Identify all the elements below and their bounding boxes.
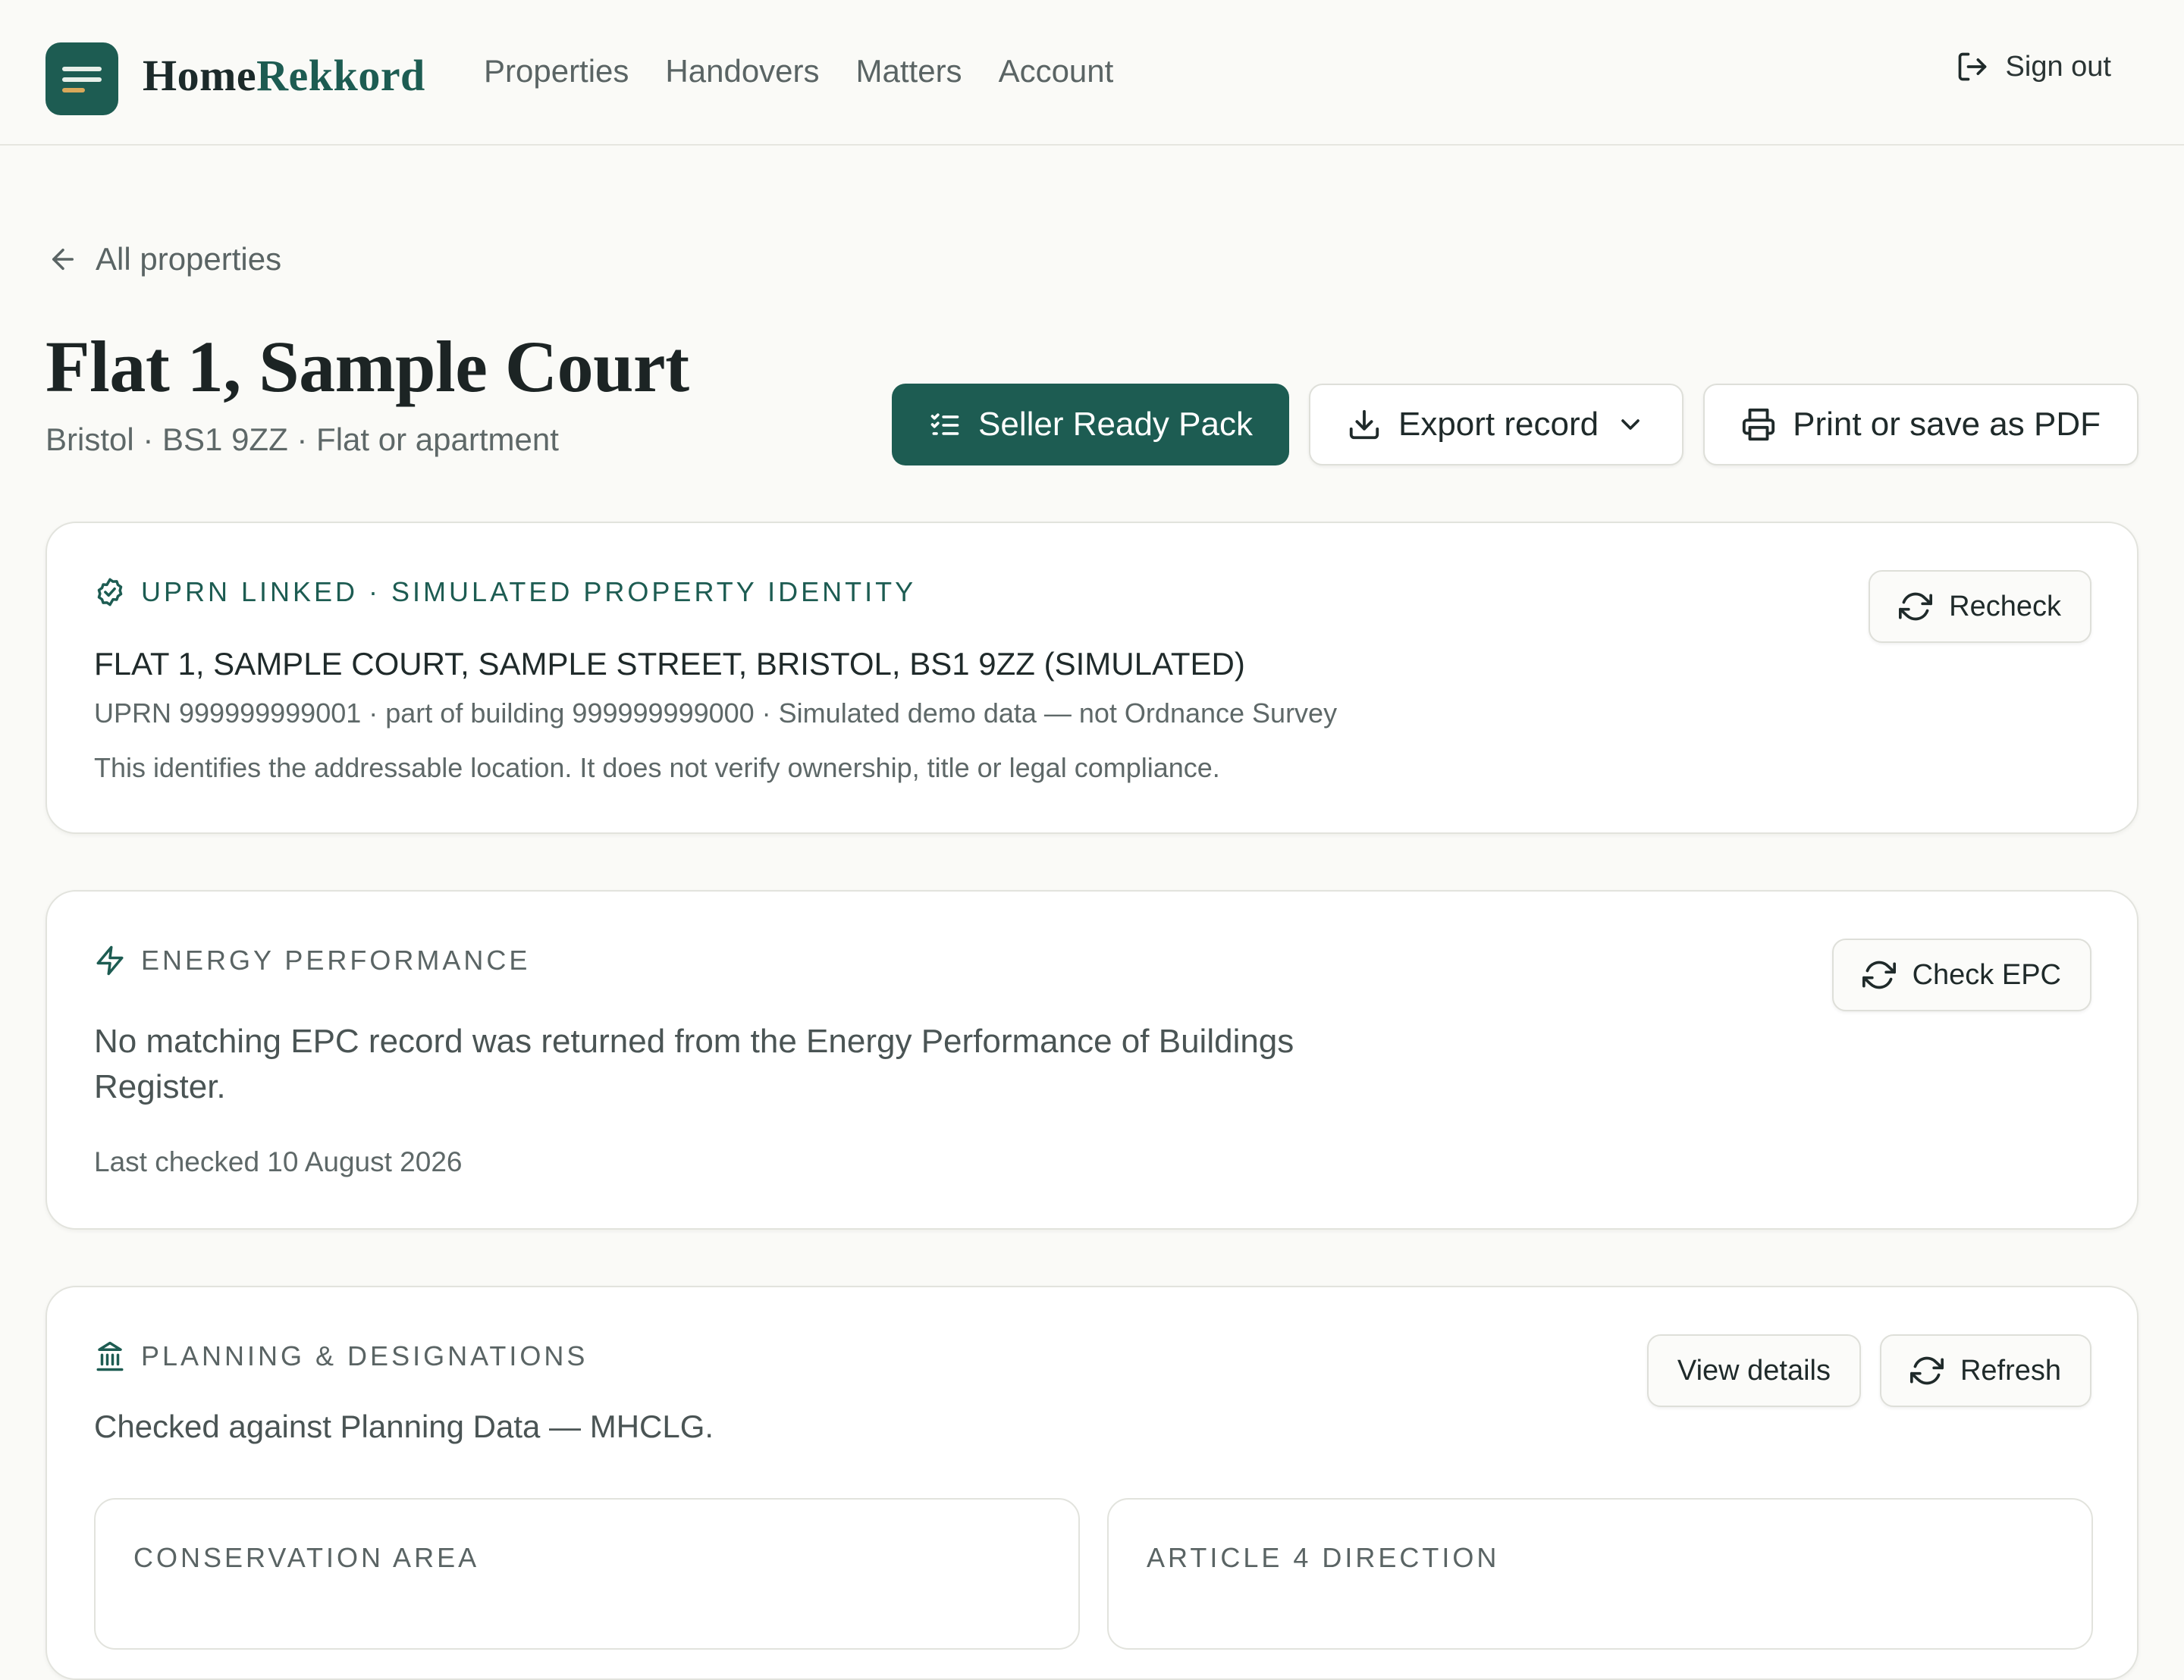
refresh-button[interactable]: Refresh [1879,1334,2091,1407]
conservation-area-label: CONSERVATION AREA [133,1542,480,1573]
sign-out-button[interactable]: Sign out [1956,50,2111,83]
uprn-label-text: UPRN LINKED · SIMULATED PROPERTY IDENTIT… [141,576,917,607]
brand-part-home: Home [143,51,257,100]
page-actions: Seller Ready Pack Export record Print or… [892,384,2138,465]
lightning-icon [94,945,126,976]
printer-icon [1741,407,1776,442]
planning-designations-card: PLANNING & DESIGNATIONS Checked against … [46,1286,2138,1680]
nav-item-matters[interactable]: Matters [856,53,962,89]
view-details-button[interactable]: View details [1646,1334,1861,1407]
uprn-card: UPRN LINKED · SIMULATED PROPERTY IDENTIT… [46,522,2138,834]
energy-last-checked: Last checked 10 August 2026 [94,1146,463,1177]
print-pdf-button[interactable]: Print or save as PDF [1703,384,2138,465]
brand-part-rekkord: Rekkord [256,51,425,100]
conservation-area-panel: CONSERVATION AREA [94,1498,1080,1650]
nav-item-account[interactable]: Account [999,53,1114,89]
check-epc-label: Check EPC [1912,958,2061,991]
page-title: Flat 1, Sample Court [46,326,689,407]
chevron-down-icon [1615,409,1646,440]
energy-message: No matching EPC record was returned from… [94,1023,1294,1105]
badge-check-icon [94,576,126,608]
checklist-icon [928,408,962,441]
sign-out-label: Sign out [2005,50,2111,83]
refresh-icon [1862,958,1896,992]
back-to-properties-link[interactable]: All properties [47,241,281,277]
seller-ready-pack-label: Seller Ready Pack [978,406,1253,443]
back-label: All properties [96,241,282,277]
uprn-note: This identifies the addressable location… [94,752,1220,783]
sign-out-icon [1956,50,1989,83]
energy-performance-card: ENERGY PERFORMANCE No matching EPC recor… [46,890,2138,1230]
uprn-address: FLAT 1, SAMPLE COURT, SAMPLE STREET, BRI… [94,646,1245,682]
export-record-label: Export record [1398,406,1599,443]
top-navigation-bar: HomeRekkord Properties Handovers Matters… [0,0,2184,146]
planning-source: Checked against Planning Data — MHCLG. [94,1409,714,1444]
article-4-direction-panel: ARTICLE 4 DIRECTION [1107,1498,2093,1650]
main-nav: Properties Handovers Matters Account [484,53,1113,89]
menu-lines-icon[interactable] [46,42,118,115]
brand-wordmark[interactable]: HomeRekkord [143,50,425,101]
recheck-button[interactable]: Recheck [1869,570,2091,643]
page-subtitle: Bristol · BS1 9ZZ · Flat or apartment [46,422,559,457]
nav-item-handovers[interactable]: Handovers [665,53,819,89]
export-record-button[interactable]: Export record [1308,384,1684,465]
energy-label-text: ENERGY PERFORMANCE [141,945,531,976]
planning-card-label: PLANNING & DESIGNATIONS [94,1340,588,1372]
energy-card-label: ENERGY PERFORMANCE [94,945,530,976]
seller-ready-pack-button[interactable]: Seller Ready Pack [892,384,1289,465]
recheck-label: Recheck [1949,590,2061,622]
landmark-icon [94,1340,126,1372]
print-pdf-label: Print or save as PDF [1793,406,2101,443]
check-epc-button[interactable]: Check EPC [1831,939,2091,1011]
refresh-icon [1909,1354,1944,1387]
article-4-direction-label: ARTICLE 4 DIRECTION [1147,1542,1500,1573]
refresh-icon [1899,590,1933,623]
download-icon [1347,407,1382,442]
arrow-left-icon [47,243,79,275]
uprn-meta: UPRN 999999999001 · part of building 999… [94,697,1338,729]
view-details-label: View details [1677,1354,1831,1387]
refresh-label: Refresh [1960,1354,2061,1387]
nav-item-properties[interactable]: Properties [484,53,629,89]
uprn-card-label: UPRN LINKED · SIMULATED PROPERTY IDENTIT… [94,576,916,608]
planning-label-text: PLANNING & DESIGNATIONS [141,1340,588,1371]
